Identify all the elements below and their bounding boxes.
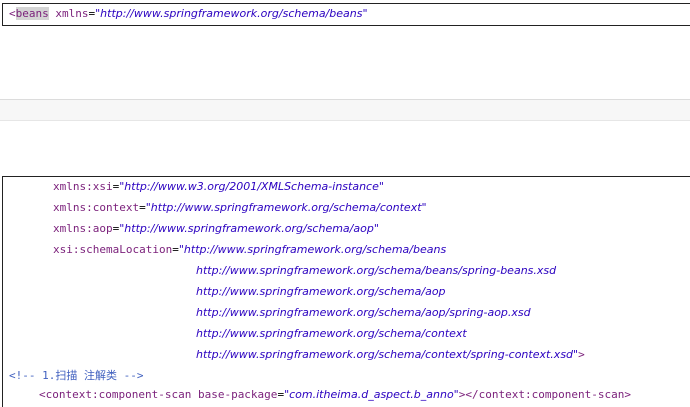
attr-value: "http://www.w3.org/2001/XMLSchema-instan… xyxy=(119,180,384,193)
xmlns-xsi-line: xmlns:xsi="http://www.w3.org/2001/XMLSch… xyxy=(53,180,384,194)
beans-tag-name: beans xyxy=(15,7,49,20)
schema-url: http://www.springframework.org/schema/co… xyxy=(196,327,467,340)
attr-name: xmlns:aop xyxy=(53,222,113,235)
base-package-attr-value: "com.itheima.d_aspect.b_anno" xyxy=(284,388,459,401)
schema-url-line: http://www.springframework.org/schema/ao… xyxy=(196,285,446,299)
schema-url: http://www.springframework.org/schema/ao… xyxy=(196,285,446,298)
schema-url: http://www.springframework.org/schema/co… xyxy=(196,348,579,361)
beans-close-bracket: > xyxy=(578,348,585,361)
attr-eq: = xyxy=(172,243,179,256)
base-package-attr-name: base-package xyxy=(197,388,278,401)
attr-value: "http://www.springframework.org/schema/a… xyxy=(119,222,379,235)
comment-line: <!-- 1.扫描 注解类 --> xyxy=(9,369,143,383)
attr-value: "http://www.springframework.org/schema/c… xyxy=(145,201,427,214)
schema-url: http://www.springframework.org/schema/be… xyxy=(196,264,557,277)
schema-url-line-last: http://www.springframework.org/schema/co… xyxy=(196,348,585,362)
component-scan-open: <context:component-scan xyxy=(39,388,192,401)
xmlns-attr-value: "http://www.springframework.org/schema/b… xyxy=(95,7,368,20)
open-bracket: < xyxy=(9,7,16,20)
attr-eq: = xyxy=(139,201,146,214)
schema-url: http://www.springframework.org/schema/ao… xyxy=(196,306,531,319)
code-snippet-bottom: xmlns:xsi = "http://www.w3.org/2001/XMLSch… xyxy=(2,176,690,407)
xml-comment: <!-- 1.扫描 注解类 --> xyxy=(9,369,144,382)
xmlns-context-line: xmlns:context="http://www.springframewor… xyxy=(53,201,427,215)
attr-name: xmlns:xsi xyxy=(53,180,113,193)
schema-url-line: http://www.springframework.org/schema/be… xyxy=(196,264,556,278)
xmlns-attr-name: xmlns xyxy=(55,7,89,20)
page-divider xyxy=(0,99,690,121)
component-scan-close: ></context:component-scan> xyxy=(458,388,631,401)
beans-open-line: <beans xmlns="http://www.springframework… xyxy=(9,7,368,21)
attr-name: xsi:schemaLocation xyxy=(53,243,173,256)
attr-value: "http://www.springframework.org/schema/b… xyxy=(178,243,447,256)
schema-url-line: http://www.springframework.org/schema/co… xyxy=(196,327,467,341)
code-snippet-top: <beans xmlns="http://www.springframework… xyxy=(2,3,690,26)
schema-location-line: xsi:schemaLocation="http://www.springfra… xyxy=(53,243,446,257)
attr-name: xmlns:context xyxy=(53,201,140,214)
component-scan-line: <context:component-scan base-package="co… xyxy=(39,388,631,402)
xmlns-aop-line: xmlns:aop="http://www.springframework.or… xyxy=(53,222,379,236)
schema-url-line: http://www.springframework.org/schema/ao… xyxy=(196,306,531,320)
